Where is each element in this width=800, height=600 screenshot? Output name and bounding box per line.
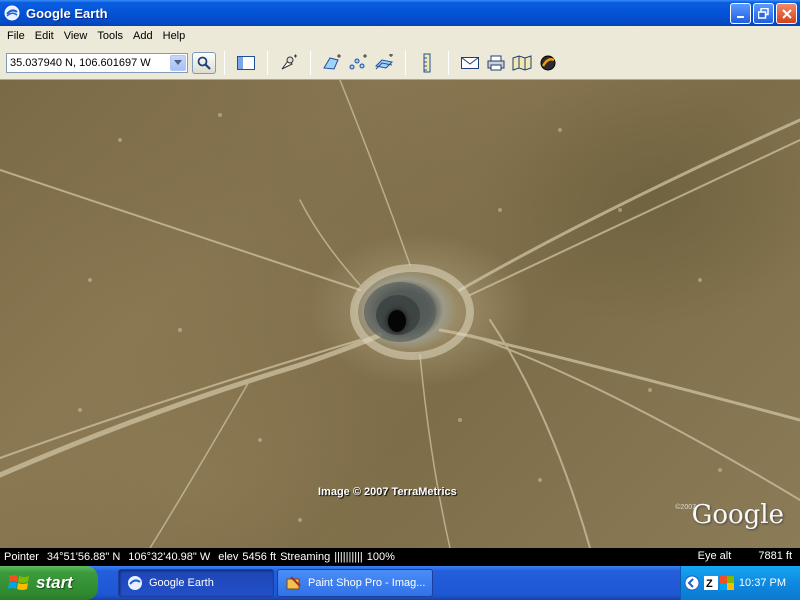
maps-icon bbox=[512, 54, 532, 71]
crater bbox=[388, 310, 406, 332]
print-button[interactable] bbox=[484, 51, 508, 75]
svg-text:Z: Z bbox=[706, 578, 713, 590]
chevron-down-icon bbox=[174, 59, 182, 65]
menu-bar: File Edit View Tools Add Help bbox=[0, 26, 800, 46]
streaming-percent: 100% bbox=[366, 551, 395, 563]
paint-shop-pro-icon bbox=[286, 576, 301, 590]
close-button[interactable] bbox=[776, 3, 797, 24]
menu-tools[interactable]: Tools bbox=[92, 30, 128, 42]
menu-file[interactable]: File bbox=[2, 30, 30, 42]
toolbar bbox=[0, 46, 800, 80]
status-bar: Pointer 34°51'56.88" N 106°32'40.98" W e… bbox=[0, 548, 800, 566]
imagery-attribution: Image © 2007 TerraMetrics bbox=[318, 486, 457, 498]
image-overlay-button[interactable] bbox=[372, 51, 396, 75]
placemark-icon bbox=[281, 54, 297, 69]
google-earth-icon bbox=[4, 5, 20, 21]
sky-icon bbox=[540, 55, 556, 70]
image-overlay-icon bbox=[374, 53, 394, 69]
toolbar-separator bbox=[224, 50, 225, 75]
minimize-icon bbox=[736, 15, 744, 18]
start-label: start bbox=[36, 573, 73, 592]
eye-altitude: Eye alt 7881 ft bbox=[698, 550, 792, 562]
email-button[interactable] bbox=[458, 51, 482, 75]
clock[interactable]: 10:37 PM bbox=[739, 577, 786, 589]
minimize-button[interactable] bbox=[730, 3, 751, 24]
taskbar-item-paint-shop-pro[interactable]: Paint Shop Pro - Imag... bbox=[277, 569, 433, 597]
streaming-progress: |||||||||| bbox=[334, 551, 363, 563]
search-input[interactable] bbox=[7, 53, 167, 72]
placemark-button[interactable] bbox=[277, 51, 301, 75]
menu-help[interactable]: Help bbox=[158, 30, 191, 42]
toolbar-separator bbox=[405, 50, 406, 75]
toolbar-separator bbox=[267, 50, 268, 75]
pointer-label: Pointer bbox=[4, 551, 39, 563]
maps-button[interactable] bbox=[510, 51, 534, 75]
eye-alt-value: 7881 ft bbox=[758, 550, 792, 562]
search-button[interactable] bbox=[192, 51, 216, 74]
system-tray: Z 10:37 PM bbox=[680, 566, 800, 600]
tray-flag-icon[interactable] bbox=[720, 576, 734, 590]
path-button[interactable] bbox=[346, 51, 370, 75]
taskbar-item-label: Google Earth bbox=[149, 577, 214, 589]
search-icon bbox=[197, 56, 211, 70]
elevation-label: elev bbox=[218, 551, 239, 563]
ruler-icon bbox=[423, 53, 431, 72]
pointer-latitude: 34°51'56.88" N bbox=[46, 551, 121, 563]
path-icon bbox=[349, 53, 367, 69]
menu-add[interactable]: Add bbox=[128, 30, 158, 42]
start-button[interactable]: start bbox=[0, 566, 98, 600]
print-icon bbox=[487, 55, 505, 70]
ruler-button[interactable] bbox=[415, 51, 439, 75]
title-bar[interactable]: Google Earth bbox=[0, 0, 800, 26]
sidebar-toggle-button[interactable] bbox=[234, 51, 258, 75]
taskbar-item-label: Paint Shop Pro - Imag... bbox=[308, 577, 426, 589]
window-title: Google Earth bbox=[26, 5, 108, 21]
restore-icon bbox=[758, 8, 769, 19]
elevation-value: 5456 ft bbox=[242, 551, 277, 563]
eye-alt-label: Eye alt bbox=[697, 550, 732, 562]
pointer-longitude: 106°32'40.98" W bbox=[128, 551, 211, 563]
restore-button[interactable] bbox=[753, 3, 774, 24]
toolbar-separator bbox=[310, 50, 311, 75]
polygon-icon bbox=[323, 53, 341, 70]
windows-logo-icon bbox=[8, 575, 29, 590]
show-hidden-icons-icon[interactable] bbox=[684, 575, 700, 591]
toolbar-separator bbox=[448, 50, 449, 75]
sky-button[interactable] bbox=[536, 51, 560, 75]
taskbar-item-google-earth[interactable]: Google Earth bbox=[118, 569, 274, 597]
search-combobox[interactable] bbox=[6, 52, 188, 73]
polygon-button[interactable] bbox=[320, 51, 344, 75]
taskbar: start Google Earth Paint Shop Pro - Imag… bbox=[0, 566, 800, 600]
menu-view[interactable]: View bbox=[59, 30, 93, 42]
close-icon bbox=[781, 8, 792, 19]
streaming-label: Streaming bbox=[280, 551, 331, 563]
menu-edit[interactable]: Edit bbox=[30, 30, 59, 42]
dropdown-button[interactable] bbox=[170, 54, 186, 71]
google-logo: Google bbox=[691, 500, 784, 530]
zonealarm-icon[interactable]: Z bbox=[704, 575, 718, 591]
map-view[interactable]: Image © 2007 TerraMetrics ©2007 Google bbox=[0, 80, 800, 548]
sidebar-toggle-icon bbox=[237, 55, 255, 70]
google-earth-icon bbox=[128, 576, 142, 590]
email-icon bbox=[461, 56, 479, 69]
